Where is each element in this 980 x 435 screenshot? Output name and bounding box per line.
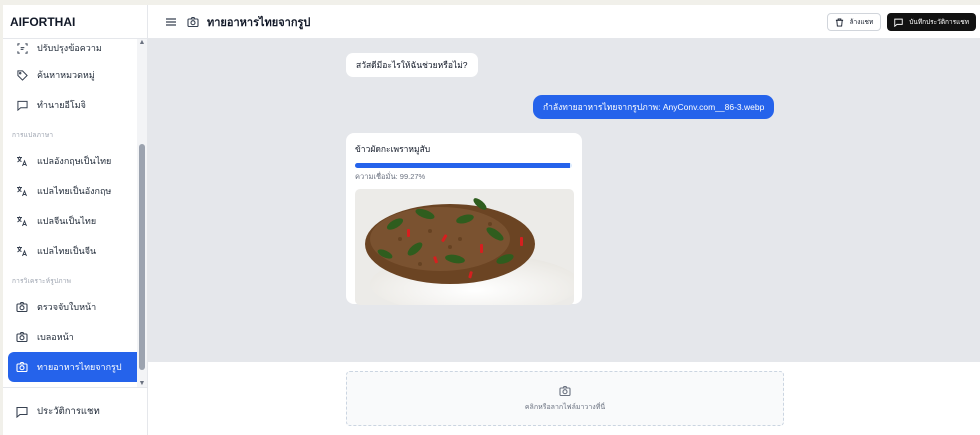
header-actions: ล้างแชท บันทึกประวัติการแชท xyxy=(826,13,976,31)
sidebar-item-th-to-en[interactable]: แปลไทยเป็นอังกฤษ xyxy=(8,176,143,206)
sidebar-item-improve-text[interactable]: ปรับปรุงข้อความ xyxy=(8,39,143,60)
sidebar-item-en-to-th[interactable]: แปลอังกฤษเป็นไทย xyxy=(8,146,143,176)
brand-logo: AIFORTHAI xyxy=(3,5,147,39)
section-label-image-analysis: การวิเคราะห์รูปภาพ xyxy=(12,278,72,285)
prediction-result-card: ข้าวผัดกะเพราหมูสับ ความเชื่อมั่น: 99.27… xyxy=(346,133,582,305)
camera-icon xyxy=(16,331,28,343)
section-label-translation: การแปลภาษา xyxy=(12,132,54,139)
app-window: AIFORTHAI ปรับปรุงข้อความ ค้นหาหมวดหมู่ xyxy=(3,5,980,435)
confidence-text: ความเชื่อมั่น: 99.27% xyxy=(355,172,426,181)
sidebar-item-label: ตรวจจับใบหน้า xyxy=(37,302,97,312)
sidebar-item-label: แปลไทยเป็นอังกฤษ xyxy=(37,186,112,196)
upload-instruction: คลิกหรือลากไฟล์มาวางที่นี่ xyxy=(524,403,606,411)
camera-icon xyxy=(16,301,28,313)
sidebar-item-face-detection[interactable]: ตรวจจับใบหน้า xyxy=(8,292,143,322)
main-panel: ทายอาหารไทยจากรูป ล้างแชท บันทึกประวัติก… xyxy=(148,5,980,435)
sidebar: AIFORTHAI ปรับปรุงข้อความ ค้นหาหมวดหมู่ xyxy=(3,5,148,435)
sidebar-item-chat-history[interactable]: ประวัติการแชท xyxy=(3,387,148,435)
translate-icon xyxy=(16,245,28,257)
translate-icon xyxy=(16,155,28,167)
sidebar-item-label: แปลไทยเป็นจีน xyxy=(37,246,97,256)
confidence-bar xyxy=(355,163,572,168)
uploaded-food-image xyxy=(355,189,574,305)
sidebar-item-label: ทำนายอีโมจิ xyxy=(37,100,86,110)
sidebar-item-cn-to-th[interactable]: แปลจีนเป็นไทย xyxy=(8,206,143,236)
sidebar-item-label: แปลจีนเป็นไทย xyxy=(37,216,97,226)
scroll-up-arrow-icon[interactable]: ▲ xyxy=(138,39,146,46)
sidebar-item-thai-food-guess[interactable]: ทายอาหารไทยจากรูป xyxy=(8,352,143,382)
clear-chat-label: ล้างแชท xyxy=(849,19,874,26)
predicted-dish-name: ข้าวผัดกะเพราหมูสับ xyxy=(355,144,431,154)
sidebar-scroll-area: ปรับปรุงข้อความ ค้นหาหมวดหมู่ ทำนายอีโมจ… xyxy=(3,39,148,387)
sidebar-item-predict-emoji[interactable]: ทำนายอีโมจิ xyxy=(8,90,143,120)
sidebar-item-label: แปลอังกฤษเป็นไทย xyxy=(37,156,112,166)
translate-icon xyxy=(16,185,28,197)
sidebar-item-find-category[interactable]: ค้นหาหมวดหมู่ xyxy=(8,60,143,90)
menu-icon[interactable] xyxy=(165,16,177,28)
clear-chat-button[interactable]: ล้างแชท xyxy=(826,13,882,31)
scroll-down-arrow-icon[interactable]: ▼ xyxy=(138,380,146,387)
sidebar-scrollbar[interactable]: ▲ ▼ xyxy=(137,39,147,387)
save-chat-history-label: บันทึกประวัติการแชท xyxy=(909,19,969,26)
user-message: กำลังทายอาหารไทยจากรูปภาพ: AnyConv.com__… xyxy=(533,95,775,119)
page-title: ทายอาหารไทยจากรูป xyxy=(207,16,311,29)
camera-icon xyxy=(16,361,28,373)
chat-icon xyxy=(894,18,903,27)
sidebar-item-th-to-cn[interactable]: แปลไทยเป็นจีน xyxy=(8,236,143,266)
sidebar-item-label: เบลอหน้า xyxy=(37,332,74,342)
tag-icon xyxy=(16,69,28,81)
save-chat-history-button[interactable]: บันทึกประวัติการแชท xyxy=(887,13,976,31)
translate-icon xyxy=(16,215,28,227)
scan-text-icon xyxy=(16,42,28,54)
header: ทายอาหารไทยจากรูป ล้างแชท บันทึกประวัติก… xyxy=(148,5,980,39)
upload-dropzone[interactable]: คลิกหรือลากไฟล์มาวางที่นี่ xyxy=(346,371,784,426)
scrollbar-thumb[interactable] xyxy=(139,144,145,370)
sidebar-item-label: ค้นหาหมวดหมู่ xyxy=(37,70,95,80)
confidence-bar-fill xyxy=(355,163,571,168)
trash-icon xyxy=(835,17,844,27)
bot-message: สวัสดีมีอะไรให้ฉันช่วยหรือไม่? xyxy=(346,53,478,77)
sidebar-item-label: ทายอาหารไทยจากรูป xyxy=(37,362,122,372)
camera-icon xyxy=(559,385,571,397)
sidebar-footer-label: ประวัติการแชท xyxy=(37,406,100,417)
chat-icon xyxy=(16,406,28,418)
sidebar-item-face-blur[interactable]: เบลอหน้า xyxy=(8,322,143,352)
chat-area: สวัสดีมีอะไรให้ฉันช่วยหรือไม่? กำลังทายอ… xyxy=(148,39,980,362)
camera-icon xyxy=(187,16,199,28)
chat-icon xyxy=(16,99,28,111)
sidebar-item-label: ปรับปรุงข้อความ xyxy=(37,43,102,53)
